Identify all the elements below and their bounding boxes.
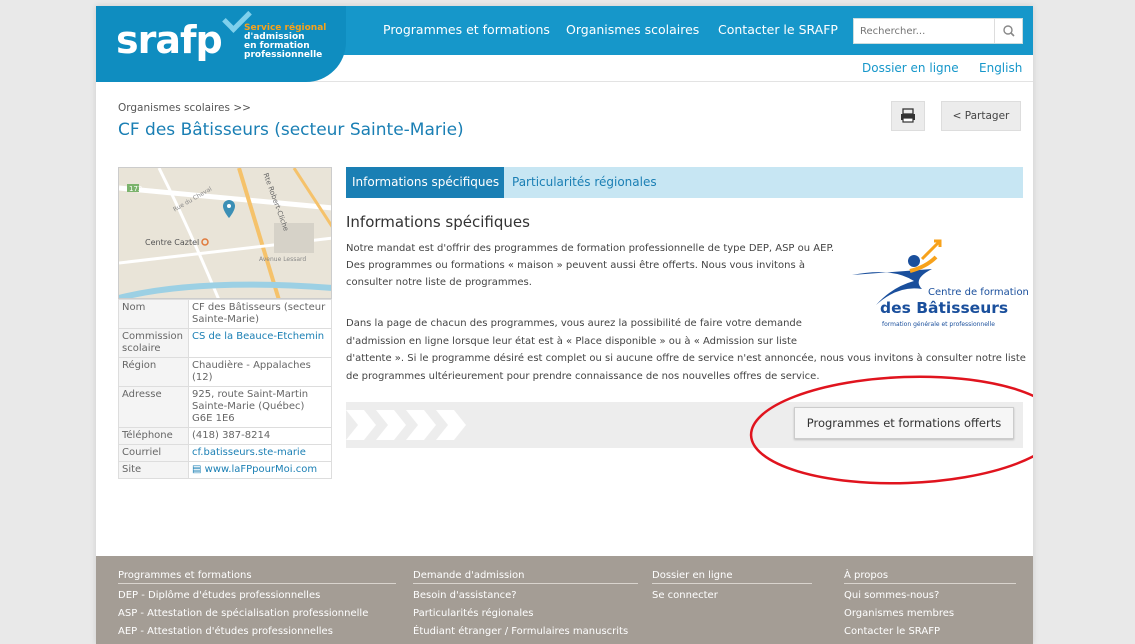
table-row: Adresse 925, route Saint-Martin Sainte-Ma… xyxy=(118,386,332,428)
nav-programmes[interactable]: Programmes et formations xyxy=(383,22,550,37)
nav-contact[interactable]: Contacter le SRAFP xyxy=(718,22,838,37)
page: srafp Service régional d'admission en fo… xyxy=(96,6,1033,644)
logo-tagline: Service régional d'admission en formatio… xyxy=(244,23,327,60)
street-label: Avenue Lessard xyxy=(259,256,307,263)
footer-link[interactable]: Particularités régionales xyxy=(413,605,638,623)
chevrons-icon xyxy=(346,410,466,440)
logo[interactable]: srafp Service régional d'admission en fo… xyxy=(96,6,346,82)
table-row: Nom CF des Bâtisseurs (secteur Sainte-Mar… xyxy=(118,299,332,329)
dossier-en-ligne-link[interactable]: Dossier en ligne xyxy=(862,61,959,75)
footer-link[interactable]: Contacter le SRAFP xyxy=(844,623,1016,641)
table-row: Région Chaudière - Appalaches (12) xyxy=(118,357,332,387)
footer-link[interactable]: Besoin d'assistance? xyxy=(413,587,638,605)
page-title: CF des Bâtisseurs (secteur Sainte-Marie) xyxy=(118,120,464,140)
search-icon[interactable] xyxy=(994,19,1022,43)
breadcrumb[interactable]: Organismes scolaires >> xyxy=(118,102,251,114)
search-box xyxy=(853,18,1023,44)
table-row: Site ▤ www.laFPpourMoi.com xyxy=(118,461,332,479)
website-link[interactable]: ▤ www.laFPpourMoi.com xyxy=(192,464,328,476)
annotation-circle xyxy=(749,375,1033,485)
table-row: Commission scolaire CS de la Beauce-Etche… xyxy=(118,328,332,358)
search-input[interactable] xyxy=(854,19,994,43)
email-link[interactable]: cf.batisseurs.ste-marie xyxy=(192,447,328,459)
info-table: Nom CF des Bâtisseurs (secteur Sainte-Mar… xyxy=(118,299,332,479)
printer-icon xyxy=(901,108,915,123)
site-header: srafp Service régional d'admission en fo… xyxy=(96,6,1033,82)
logo-text: srafp xyxy=(116,18,223,62)
footer-link[interactable]: Organismes membres xyxy=(844,605,1016,623)
english-link[interactable]: English xyxy=(979,61,1022,75)
footer-col-dossier: Dossier en ligne Se connecter xyxy=(652,570,812,605)
share-icon: < xyxy=(952,110,962,122)
footer-link[interactable]: AEP - Attestation d'études professionnel… xyxy=(118,623,396,641)
table-row: Courriel cf.batisseurs.ste-marie xyxy=(118,444,332,462)
footer-link[interactable]: Se connecter xyxy=(652,587,812,605)
footer-link[interactable]: DEP - Diplôme d'études professionnelles xyxy=(118,587,396,605)
print-button[interactable] xyxy=(891,101,925,131)
nav-organismes[interactable]: Organismes scolaires xyxy=(566,22,699,37)
footer-col-programmes: Programmes et formations DEP - Diplôme d… xyxy=(118,570,396,641)
footer-link[interactable]: Étudiant étranger / Formulaires manuscri… xyxy=(413,623,638,641)
tab-particularites[interactable]: Particularités régionales xyxy=(506,167,663,198)
footer-col-admission: Demande d'admission Besoin d'assistance?… xyxy=(413,570,638,641)
tab-informations[interactable]: Informations spécifiques xyxy=(346,167,504,198)
section-title: Informations spécifiques xyxy=(346,213,530,231)
site-footer: Programmes et formations DEP - Diplôme d… xyxy=(96,556,1033,644)
footer-link[interactable]: Qui sommes-nous? xyxy=(844,587,1016,605)
tab-bar: Informations spécifiques Particularités … xyxy=(346,167,1023,198)
share-button[interactable]: < Partager xyxy=(941,101,1021,131)
footer-link[interactable]: ASP - Attestation de spécialisation prof… xyxy=(118,605,396,623)
location-map[interactable]: 173 Rte Robert-Cliche Rue du Cheval Aven… xyxy=(118,167,332,299)
external-link-icon: ▤ xyxy=(192,464,205,475)
footer-col-apropos: À propos Qui sommes-nous? Organismes mem… xyxy=(844,570,1016,641)
place-label: Centre Caztel xyxy=(145,238,200,247)
cf-logo: Centre de formation des Bâtisseurs forma… xyxy=(852,237,1029,333)
intro-paragraph: Notre mandat est d'offrir des programmes… xyxy=(346,243,835,288)
commission-link[interactable]: CS de la Beauce-Etchemin xyxy=(192,331,324,342)
route-label: 173 xyxy=(129,185,143,193)
table-row: Téléphone (418) 387-8214 xyxy=(118,427,332,445)
